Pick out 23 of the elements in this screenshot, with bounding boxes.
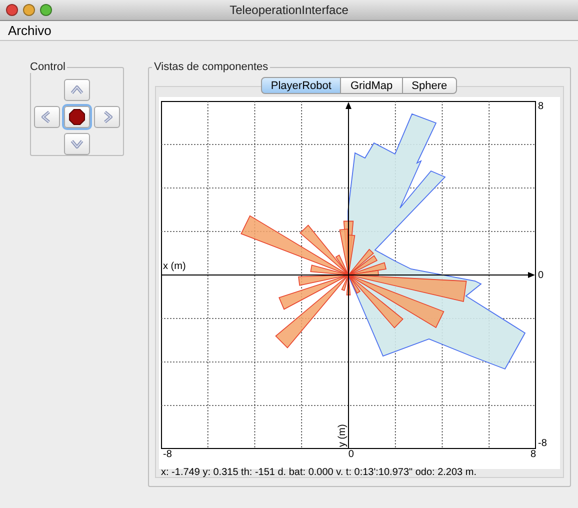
axis-label: y (m)	[337, 424, 348, 447]
direction-button[interactable]	[64, 79, 90, 101]
tick-label: 0	[348, 449, 354, 462]
group-title: Vistas de componentes	[153, 61, 270, 73]
tick-label: 8	[538, 101, 545, 112]
tab[interactable]: PlayerRobot	[260, 77, 342, 94]
menu-item[interactable]: Archivo	[8, 23, 52, 38]
group-title: Control	[29, 61, 66, 73]
minimize-icon[interactable]	[23, 4, 35, 16]
tab[interactable]: Sphere	[402, 77, 458, 94]
close-icon[interactable]	[6, 4, 18, 16]
stop-button[interactable]	[64, 106, 90, 128]
tick-label: -8	[538, 438, 548, 449]
window-title: TeleoperationInterface	[230, 3, 348, 17]
tab[interactable]: GridMap	[340, 77, 403, 94]
tick-label: 8	[530, 449, 536, 462]
zoom-icon[interactable]	[40, 4, 52, 16]
tick-label: 0	[538, 270, 545, 280]
direction-button[interactable]	[64, 133, 90, 155]
axis-label: x (m)	[163, 261, 186, 272]
status-text: x: -1.749 y: 0.315 th: -151 d. bat: 0.000 v. t: 0:13':10.973" odo: 2.203 m.	[161, 466, 478, 478]
stop-icon	[69, 109, 85, 125]
tick-label: -8	[163, 449, 172, 462]
